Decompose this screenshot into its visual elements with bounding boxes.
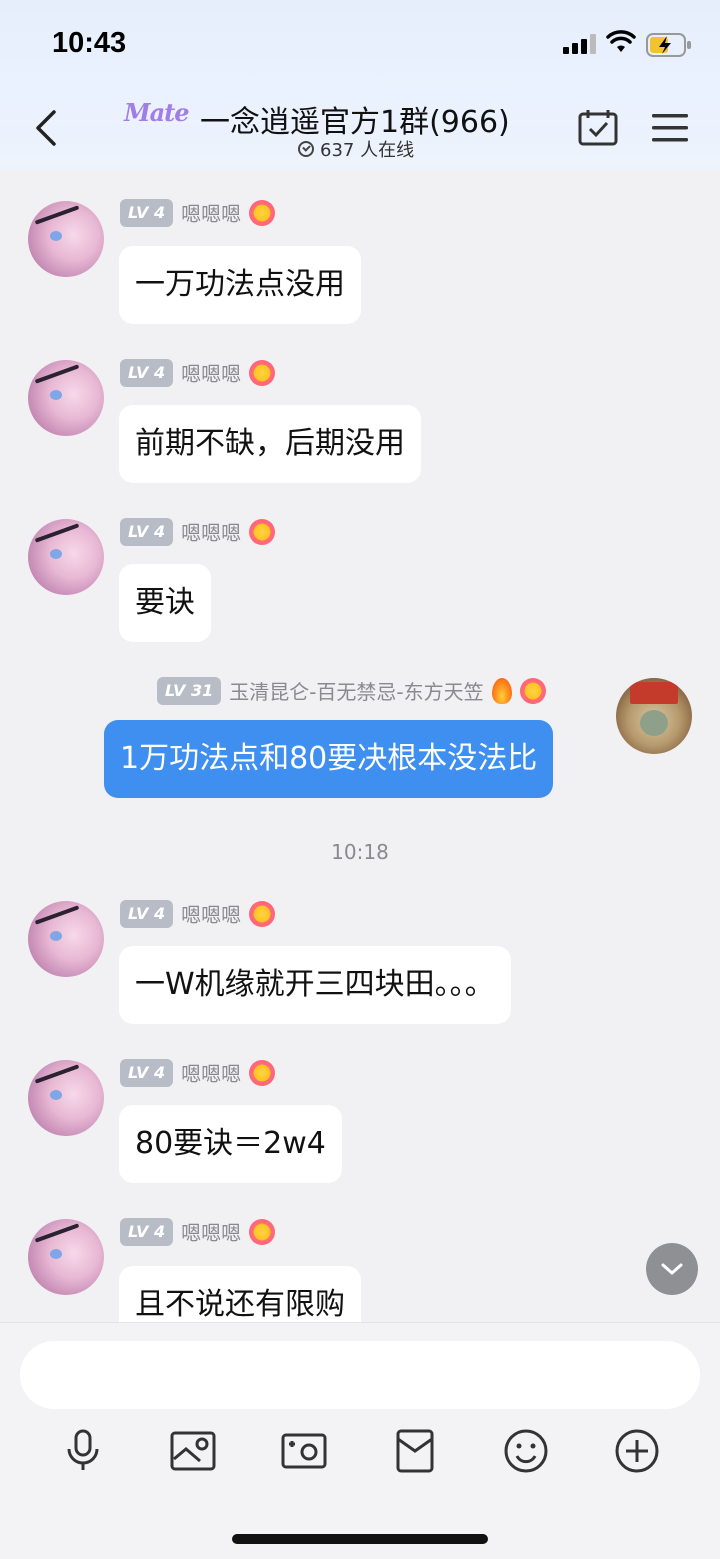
status-bar: 10:43 xyxy=(0,0,720,88)
message-bubble[interactable]: 前期不缺，后期没用 xyxy=(119,405,421,483)
chat-title[interactable]: 一念逍遥官方1群(966) xyxy=(200,97,510,141)
message-bubble[interactable]: 要诀 xyxy=(119,564,211,642)
level-badge: LV 31 xyxy=(157,676,222,705)
image-icon xyxy=(170,1431,216,1471)
message-input[interactable] xyxy=(20,1341,700,1409)
wifi-icon xyxy=(606,30,636,52)
timestamp-divider: 10:18 xyxy=(331,840,389,864)
avatar[interactable] xyxy=(28,201,104,277)
level-badge: LV 4 xyxy=(120,198,174,227)
back-chevron-icon[interactable] xyxy=(30,106,64,150)
message-bubble[interactable]: 80要诀＝2w4 xyxy=(119,1105,342,1183)
message-list[interactable]: LV 4 嗯嗯嗯 一万功法点没用 LV 4 嗯嗯嗯 前期不缺，后期没用 LV 4… xyxy=(0,170,720,1322)
message-bubble[interactable]: 且不说还有限购 xyxy=(119,1266,361,1322)
red-packet-icon xyxy=(396,1429,434,1473)
chevron-circle-icon xyxy=(298,141,314,157)
flower-emoji-icon xyxy=(249,1059,276,1086)
top-bar: 10:43 Mate 一念逍遥官方1群(966) 637 人在线 xyxy=(0,0,720,170)
microphone-icon xyxy=(67,1429,99,1470)
emoji-icon xyxy=(504,1429,548,1473)
avatar-self[interactable] xyxy=(616,678,692,754)
sender-meta: LV 4 嗯嗯嗯 xyxy=(120,358,276,387)
menu-icon[interactable] xyxy=(652,112,688,144)
sender-name[interactable]: 嗯嗯嗯 xyxy=(181,358,241,387)
more-button[interactable] xyxy=(609,1423,665,1479)
message-bubble-self[interactable]: 1万功法点和80要决根本没法比 xyxy=(104,720,554,798)
avatar[interactable] xyxy=(28,901,104,977)
sender-name[interactable]: 玉清昆仑-百无禁忌-东方天笠 xyxy=(229,676,483,705)
level-badge: LV 4 xyxy=(120,899,174,928)
flower-emoji-icon xyxy=(249,199,276,226)
chat-header: Mate 一念逍遥官方1群(966) 637 人在线 xyxy=(0,88,720,170)
level-badge: LV 4 xyxy=(120,1217,174,1246)
signal-icon xyxy=(563,34,596,54)
avatar[interactable] xyxy=(28,1219,104,1295)
sender-name[interactable]: 嗯嗯嗯 xyxy=(181,517,241,546)
chevron-down-icon xyxy=(661,1263,683,1275)
sender-meta: LV 4 嗯嗯嗯 xyxy=(120,198,276,227)
flower-emoji-icon xyxy=(249,359,276,386)
camera-button[interactable] xyxy=(276,1423,332,1479)
message-bubble[interactable]: 一万功法点没用 xyxy=(119,246,361,324)
battery-icon xyxy=(646,33,691,57)
flower-emoji-icon xyxy=(249,900,276,927)
calendar-check-icon[interactable] xyxy=(578,108,618,148)
sender-name[interactable]: 嗯嗯嗯 xyxy=(181,198,241,227)
level-badge: LV 4 xyxy=(120,517,174,546)
sender-meta: LV 4 嗯嗯嗯 xyxy=(120,899,276,928)
avatar[interactable] xyxy=(28,360,104,436)
sender-name[interactable]: 嗯嗯嗯 xyxy=(181,899,241,928)
image-button[interactable] xyxy=(165,1423,221,1479)
flower-emoji-icon xyxy=(249,1218,276,1245)
status-time: 10:43 xyxy=(52,27,127,59)
sender-meta: LV 4 嗯嗯嗯 xyxy=(120,1217,276,1246)
level-badge: LV 4 xyxy=(120,1058,174,1087)
online-count[interactable]: 637 人在线 xyxy=(298,136,414,162)
fire-emoji-icon xyxy=(491,677,512,704)
sender-name[interactable]: 嗯嗯嗯 xyxy=(181,1058,241,1087)
mate-logo: Mate xyxy=(124,98,189,127)
scroll-to-bottom-button[interactable] xyxy=(646,1243,698,1295)
input-toolbar xyxy=(0,1423,720,1479)
camera-icon xyxy=(281,1433,327,1469)
avatar[interactable] xyxy=(28,519,104,595)
avatar[interactable] xyxy=(28,1060,104,1136)
sender-meta: LV 4 嗯嗯嗯 xyxy=(120,1058,276,1087)
online-text: 637 人在线 xyxy=(320,140,415,161)
sender-meta: LV 4 嗯嗯嗯 xyxy=(120,517,276,546)
red-packet-button[interactable] xyxy=(387,1423,443,1479)
input-bar xyxy=(0,1322,720,1559)
sender-meta: LV 31 玉清昆仑-百无禁忌-东方天笠 xyxy=(157,676,546,705)
emoji-button[interactable] xyxy=(498,1423,554,1479)
plus-icon xyxy=(615,1429,659,1473)
message-bubble[interactable]: 一W机缘就开三四块田。。。 xyxy=(119,946,511,1024)
flower-emoji-icon xyxy=(519,677,546,704)
flower-emoji-icon xyxy=(249,518,276,545)
level-badge: LV 4 xyxy=(120,358,174,387)
voice-button[interactable] xyxy=(55,1423,111,1479)
sender-name[interactable]: 嗯嗯嗯 xyxy=(181,1217,241,1246)
home-indicator[interactable] xyxy=(232,1534,488,1544)
